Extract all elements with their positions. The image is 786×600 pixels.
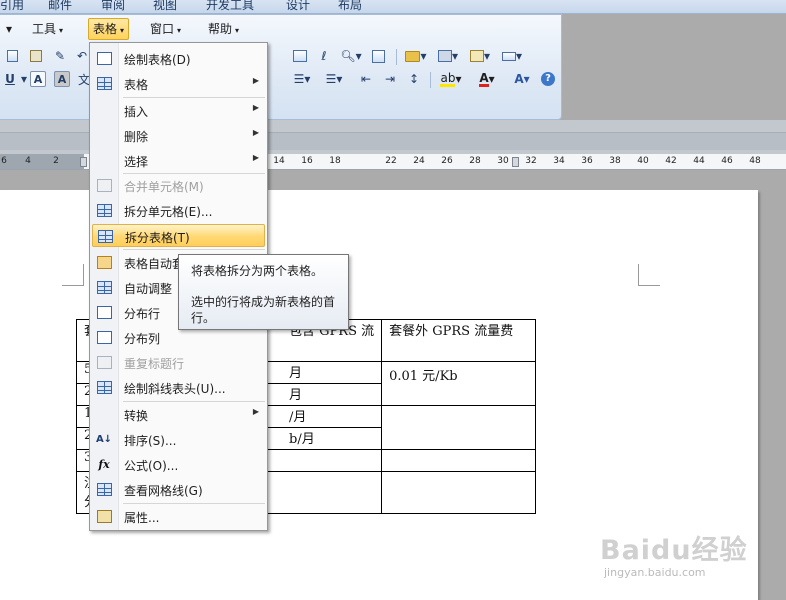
format-painter-icon[interactable]: ✎ (50, 46, 70, 66)
ribbon-tab-mailings[interactable]: 邮件 (48, 0, 72, 13)
chevron-down-icon: ▾ (59, 26, 64, 35)
ribbon-tab-layout[interactable]: 布局 (338, 0, 362, 13)
indent-marker[interactable] (80, 157, 87, 167)
help-icon[interactable]: ? (538, 69, 558, 89)
watermark-url: jingyan.baidu.com (604, 566, 706, 579)
open-folder-icon[interactable]: ▾ (402, 46, 430, 66)
numbering-icon[interactable]: ☰▾ (288, 69, 316, 89)
menu-table[interactable]: 表格 ▾ (88, 18, 130, 40)
zoom-search-icon[interactable]: 🔍︎▾ (338, 46, 364, 66)
distribute-columns-icon (96, 329, 112, 345)
sort-icon: A↓ (95, 433, 113, 445)
split-table-tooltip: 将表格拆分为两个表格。 选中的行将成为新表格的首行。 (178, 254, 349, 330)
chevron-down-icon: ▾ (235, 26, 240, 35)
formula-icon: fx (98, 457, 110, 471)
table-cell[interactable]: 0.01 元/Kb (381, 361, 537, 406)
table-cell[interactable] (381, 449, 537, 472)
menu-item-split-cells[interactable]: 拆分单元格(E)... (92, 199, 265, 222)
table-cell[interactable] (381, 471, 537, 514)
ribbon-tab-developer[interactable]: 开发工具 (206, 0, 254, 13)
tooltip-title: 将表格拆分为两个表格。 (191, 264, 324, 278)
menu-item-merge-cells: 合并单元格(M) (92, 174, 265, 197)
formatting-toolbar: U ▾ A A 文 ☰▾ ☰▾ ⇤ ⇥ ↕ ab ▾ A ▾ A ▾ ? (0, 69, 562, 95)
ribbon-tab-view[interactable]: 视图 (153, 0, 177, 13)
ribbon-tab-strip: 引用 邮件 审阅 视图 开发工具 设计 布局 (0, 0, 786, 14)
submenu-arrow-icon: ▶ (252, 128, 259, 137)
copy-icon[interactable] (2, 46, 22, 66)
full-screen-icon[interactable] (368, 46, 388, 66)
increase-indent-icon[interactable]: ⇥ (380, 69, 400, 89)
menu-item-select[interactable]: 选择 ▶ (92, 149, 265, 172)
repeat-header-icon (96, 354, 112, 370)
split-cells-icon (96, 202, 112, 218)
menubar-left-arrow[interactable]: ▾ (2, 18, 16, 40)
ribbon-tab-references[interactable]: 引用 (0, 0, 24, 13)
margin-corner-mark (62, 264, 84, 286)
menu-item-split-table[interactable]: 拆分表格(T) (92, 224, 265, 247)
merge-cells-icon (96, 177, 112, 193)
decrease-indent-icon[interactable]: ⇤ (356, 69, 376, 89)
bullets-style-icon[interactable]: ▾ (466, 46, 494, 66)
table-icon (96, 75, 112, 91)
margin-corner-mark (638, 264, 660, 286)
menu-item-repeat-header-rows: 重复标题行 (92, 351, 265, 374)
menu-item-draw-diagonal-header[interactable]: 绘制斜线表头(U)... (92, 376, 265, 399)
menu-item-insert[interactable]: 插入 ▶ (92, 99, 265, 122)
table-autoformat-icon (96, 254, 112, 270)
submenu-arrow-icon: ▶ (252, 407, 259, 416)
menu-item-sort[interactable]: A↓ 排序(S)... (92, 428, 265, 451)
font-color-icon[interactable]: A ▾ (472, 69, 502, 89)
menu-tools[interactable]: 工具 ▾ (28, 18, 67, 40)
distribute-rows-icon (96, 304, 112, 320)
menu-item-convert[interactable]: 转换 ▶ (92, 403, 265, 426)
submenu-arrow-icon: ▶ (252, 153, 259, 162)
table-header-cell[interactable]: 套餐外 GPRS 流量费 (381, 319, 537, 362)
submenu-arrow-icon: ▶ (252, 103, 259, 112)
insert-hyperlink-icon[interactable] (290, 46, 310, 66)
menu-item-view-gridlines[interactable]: 查看网格线(G) (92, 478, 265, 501)
highlight-color-icon[interactable]: ab ▾ (436, 69, 466, 89)
submenu-arrow-icon: ▶ (252, 76, 259, 85)
ribbon-tab-review[interactable]: 审阅 (101, 0, 125, 13)
menu-item-formula[interactable]: fx 公式(O)... (92, 453, 265, 476)
chevron-down-icon: ▾ (177, 26, 182, 35)
character-shading-button[interactable]: A (54, 71, 70, 87)
properties-icon (96, 508, 112, 524)
paste-icon[interactable] (26, 46, 46, 66)
bullets-icon[interactable]: ☰▾ (320, 69, 348, 89)
document-map-icon[interactable]: ▾ (434, 46, 462, 66)
chevron-down-icon: ▾ (120, 26, 125, 35)
diagonal-header-icon (96, 379, 112, 395)
split-table-icon (97, 228, 113, 244)
menu-window[interactable]: 窗口 ▾ (146, 18, 185, 40)
menu-item-properties[interactable]: 属性... (92, 505, 265, 528)
autofit-icon (96, 279, 112, 295)
gridlines-icon (96, 481, 112, 497)
pencil-icon (96, 50, 112, 66)
table-cell[interactable] (381, 405, 537, 450)
watermark-brand: Baidu经验 (600, 535, 748, 566)
menu-item-draw-table[interactable]: 绘制表格(D) (92, 47, 265, 70)
menu-item-delete[interactable]: 删除 ▶ (92, 124, 265, 147)
column-marker[interactable] (512, 157, 519, 167)
change-styles-icon[interactable]: A ▾ (508, 69, 536, 89)
menu-help[interactable]: 帮助 ▾ (204, 18, 243, 40)
menu-item-table[interactable]: 表格 ▶ (92, 72, 265, 95)
tooltip-body: 选中的行将成为新表格的首行。 (191, 295, 336, 325)
baidu-jingyan-watermark: Baidu经验 jingyan.baidu.com (600, 528, 750, 598)
character-border-button[interactable]: A (30, 71, 46, 87)
sort-ascending-icon[interactable]: ↕ (404, 69, 424, 89)
window-icon[interactable]: ▾ (498, 46, 526, 66)
field-icon[interactable]: ℓ (314, 46, 334, 66)
ribbon-tab-design[interactable]: 设计 (286, 0, 310, 13)
